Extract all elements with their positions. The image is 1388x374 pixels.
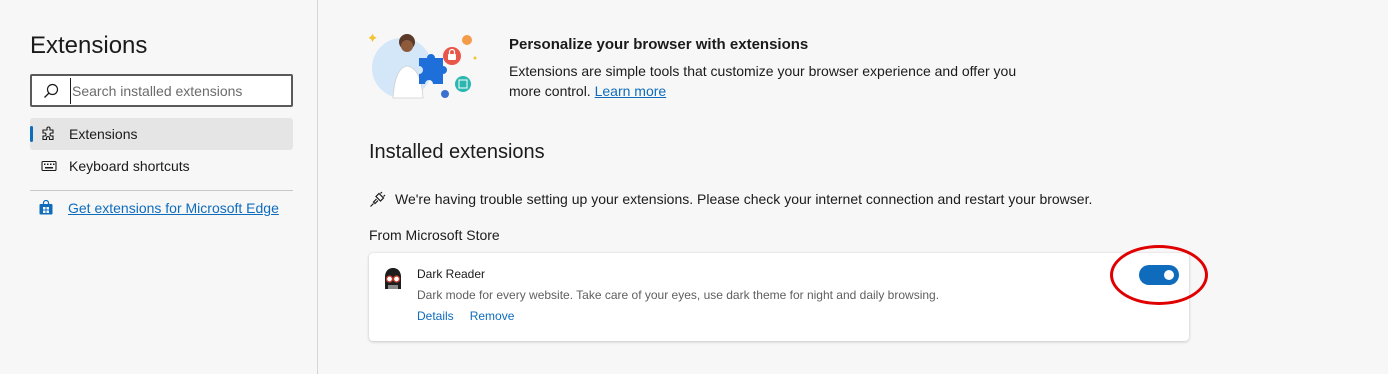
details-link[interactable]: Details [417, 309, 454, 323]
main-content: Personalize your browser with extensions… [319, 0, 1388, 374]
search-box[interactable] [30, 74, 293, 107]
hero-description: Extensions are simple tools that customi… [509, 61, 1029, 101]
extension-actions: Details Remove [417, 309, 514, 323]
get-extensions-link[interactable]: Get extensions for Microsoft Edge [68, 200, 279, 216]
keyboard-icon [41, 158, 57, 174]
from-store-label: From Microsoft Store [369, 227, 500, 243]
plug-icon [369, 190, 387, 208]
hero-title: Personalize your browser with extensions [509, 36, 809, 53]
sidebar-item-label: Extensions [69, 126, 138, 142]
connection-warning: We're having trouble setting up your ext… [369, 190, 1092, 208]
search-input[interactable] [70, 77, 280, 104]
extension-card: Dark Reader Dark mode for every website.… [369, 253, 1189, 341]
get-extensions-link-row[interactable]: Get extensions for Microsoft Edge [38, 200, 279, 216]
extensions-illustration-icon [368, 28, 481, 104]
sidebar-divider [30, 190, 293, 191]
extension-enable-toggle[interactable] [1139, 265, 1179, 285]
extension-description: Dark mode for every website. Take care o… [417, 288, 940, 302]
installed-extensions-heading: Installed extensions [369, 141, 545, 163]
warning-text: We're having trouble setting up your ext… [395, 191, 1093, 207]
store-icon [38, 200, 54, 216]
search-icon [42, 82, 60, 100]
sidebar-item-label: Keyboard shortcuts [69, 158, 190, 174]
remove-link[interactable]: Remove [470, 309, 515, 323]
active-indicator [30, 126, 33, 142]
learn-more-link[interactable]: Learn more [595, 83, 667, 99]
puzzle-icon [41, 126, 57, 142]
sidebar-item-keyboard-shortcuts[interactable]: Keyboard shortcuts [30, 150, 293, 182]
hero-description-text: Extensions are simple tools that customi… [509, 63, 1017, 99]
sidebar: Extensions Extensions Keyboard shortcuts… [0, 0, 318, 374]
dark-reader-icon [381, 267, 405, 291]
toggle-knob [1164, 270, 1174, 280]
extension-name: Dark Reader [417, 267, 486, 281]
sidebar-title: Extensions [30, 32, 148, 59]
sidebar-item-extensions[interactable]: Extensions [30, 118, 293, 150]
